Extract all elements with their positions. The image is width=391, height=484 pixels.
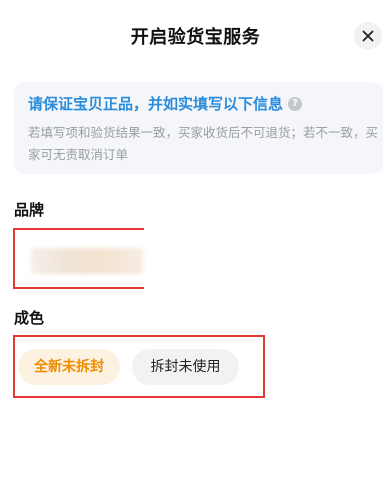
info-description: 若填写项和验货结果一致，买家收货后不可退货；若不一致，买家可无责取消订单 xyxy=(28,125,379,162)
header: 开启验货宝服务 xyxy=(0,0,391,76)
info-title-row: 请保证宝贝正品，并如实填写以下信息 ? xyxy=(28,92,369,116)
condition-label: 成色 xyxy=(14,309,45,327)
page-title: 开启验货宝服务 xyxy=(130,27,261,48)
info-title: 请保证宝贝正品，并如实填写以下信息 xyxy=(28,95,284,113)
brand-field[interactable] xyxy=(13,228,144,289)
close-icon xyxy=(362,27,374,46)
brand-label: 品牌 xyxy=(14,201,45,219)
condition-option-new-sealed[interactable]: 全新未拆封 xyxy=(18,349,120,385)
close-button[interactable] xyxy=(354,22,382,50)
condition-options: 全新未拆封 拆封未使用 xyxy=(13,335,265,398)
condition-option-opened-unused[interactable]: 拆封未使用 xyxy=(132,349,239,385)
brand-value-redacted xyxy=(31,248,143,274)
help-icon[interactable]: ? xyxy=(288,97,303,111)
info-card: 请保证宝贝正品，并如实填写以下信息 ? 若填写项和验货结果一致，买家收货后不可退… xyxy=(14,82,383,174)
